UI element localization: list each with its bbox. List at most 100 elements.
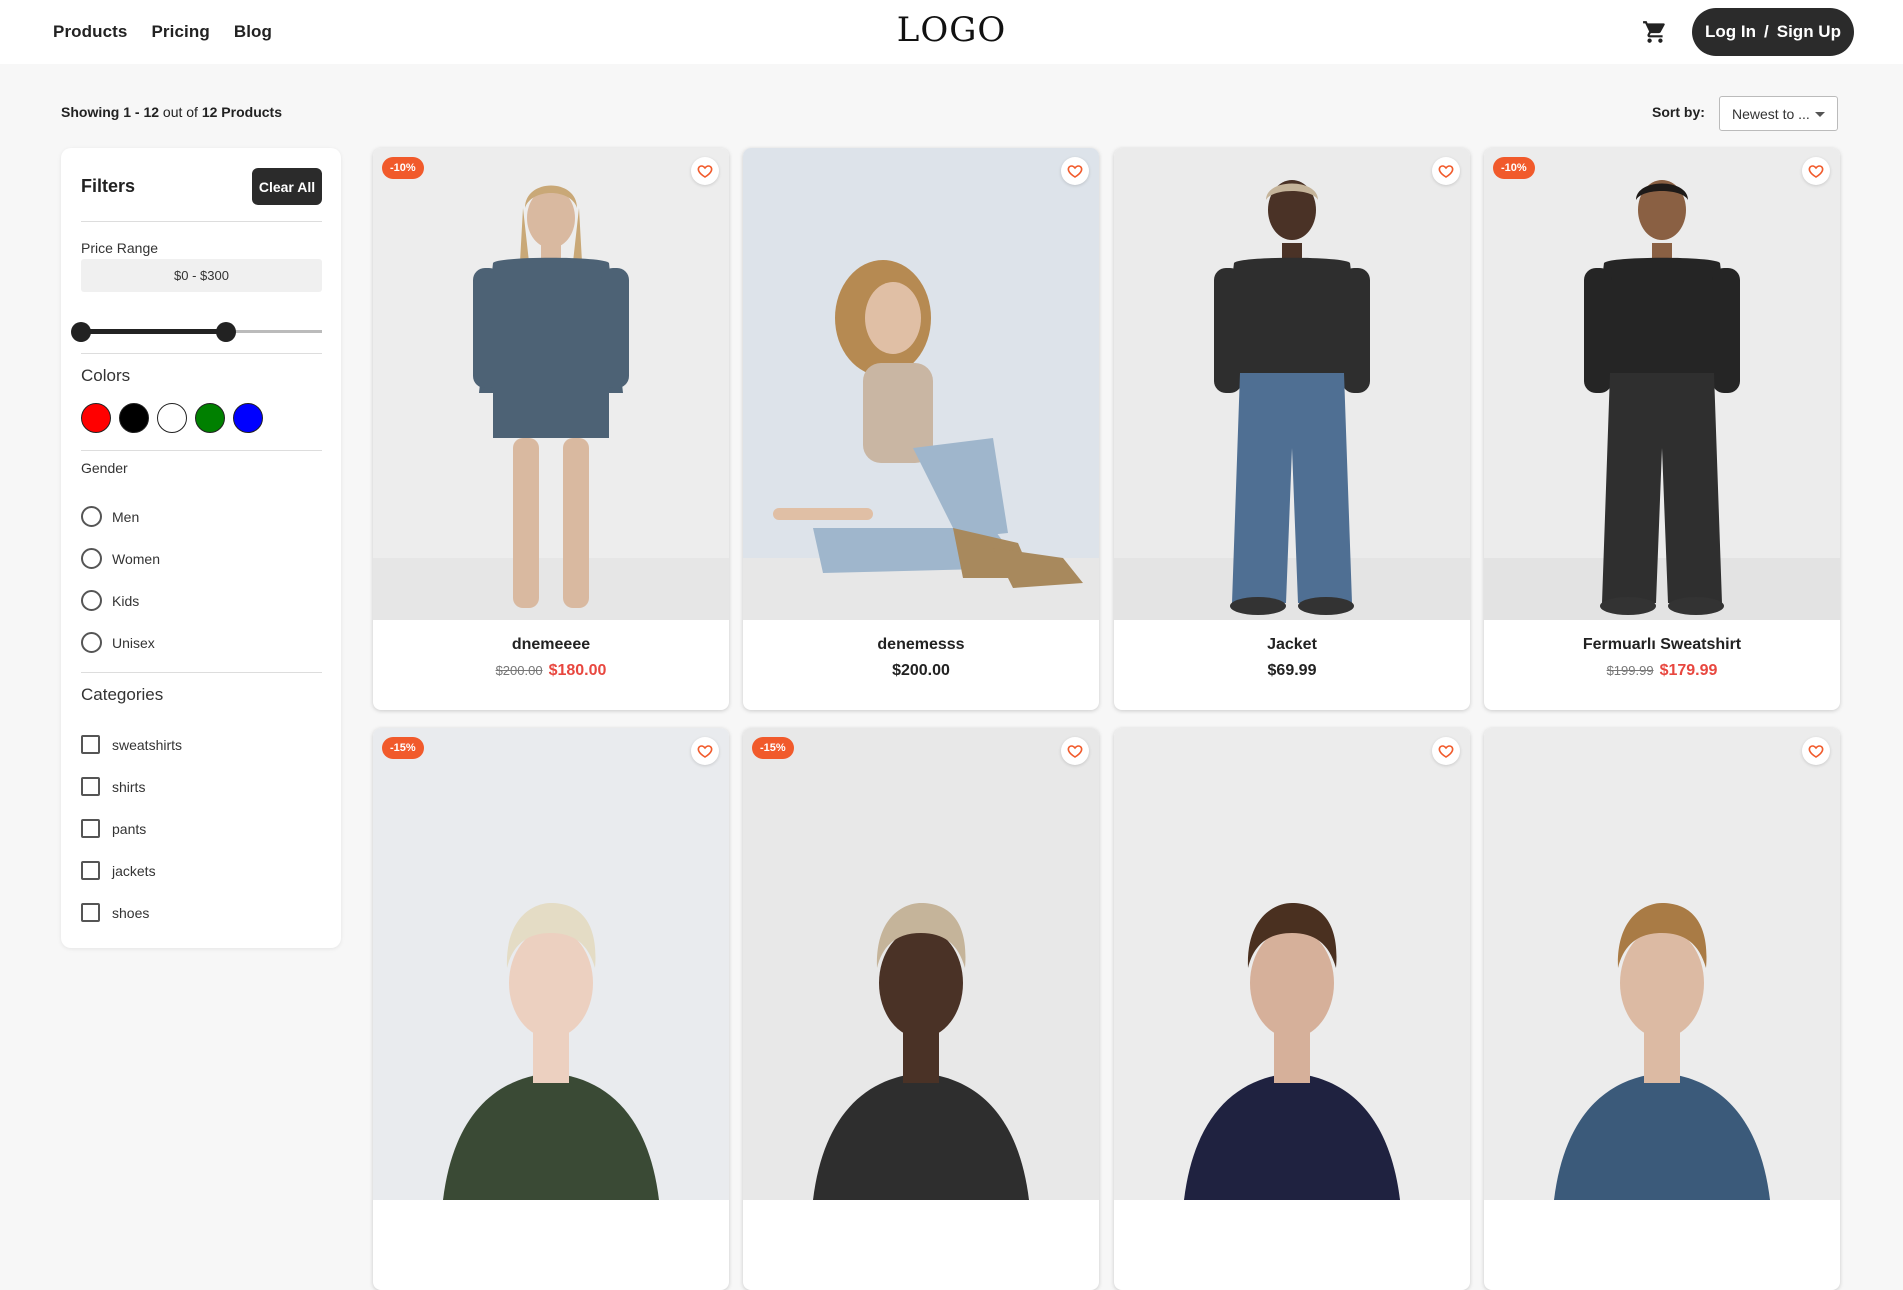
price-range-value: $0 - $300 — [81, 259, 322, 292]
chevron-down-icon — [1815, 112, 1825, 117]
heart-icon[interactable] — [1432, 737, 1460, 765]
category-label: sweatshirts — [112, 736, 183, 753]
product-image[interactable] — [373, 728, 729, 1200]
regular-price: $69.99 — [1267, 662, 1317, 679]
filters-panel: Filters Clear All Price Range $0 - $300 … — [61, 148, 341, 948]
checkbox[interactable] — [81, 819, 100, 838]
heart-icon[interactable] — [691, 157, 719, 185]
product-image[interactable] — [743, 148, 1099, 620]
results-count: Showing 1 - 12 out of 12 Products — [61, 104, 282, 120]
heart-icon[interactable] — [1432, 157, 1460, 185]
color-swatch[interactable] — [119, 403, 149, 433]
radio-button[interactable] — [81, 632, 102, 653]
product-price: $69.99 — [1114, 662, 1470, 680]
product-card[interactable]: -10% dnemeeee $200.00 $180.00 — [373, 148, 729, 710]
discount-badge: -15% — [382, 737, 424, 759]
product-name[interactable]: Fermuarlı Sweatshirt — [1484, 636, 1840, 654]
category-option-shoes[interactable]: shoes — [81, 903, 149, 922]
divider — [81, 221, 322, 222]
showing-prefix: Showing — [61, 104, 120, 120]
gender-option-women[interactable]: Women — [81, 548, 160, 569]
product-image[interactable] — [1114, 148, 1470, 620]
slider-fill — [81, 329, 226, 334]
cart-icon[interactable] — [1642, 19, 1668, 45]
sale-price: $180.00 — [548, 662, 607, 679]
category-label: shirts — [112, 778, 146, 795]
product-name[interactable]: denemesss — [743, 636, 1099, 654]
product-name[interactable]: dnemeeee — [373, 636, 729, 654]
category-label: shoes — [112, 904, 150, 921]
nav-products-link[interactable]: Products — [53, 22, 127, 42]
category-option-pants[interactable]: pants — [81, 819, 146, 838]
radio-button[interactable] — [81, 548, 102, 569]
gender-label: Women — [112, 550, 160, 567]
product-card[interactable]: -15% — [743, 728, 1099, 1290]
regular-price: $200.00 — [892, 662, 950, 679]
checkbox[interactable] — [81, 903, 100, 922]
showing-out-of: out of — [162, 104, 198, 120]
divider — [81, 672, 322, 673]
original-price: $200.00 — [495, 663, 543, 678]
gender-label: Unisex — [112, 634, 155, 651]
category-label: jackets — [112, 862, 156, 879]
colors-title: Colors — [81, 366, 131, 385]
color-swatches — [81, 403, 263, 433]
product-card[interactable]: denemesss $200.00 — [743, 148, 1099, 710]
discount-badge: -10% — [1493, 157, 1535, 179]
heart-icon[interactable] — [1061, 737, 1089, 765]
nav-blog-link[interactable]: Blog — [234, 22, 272, 42]
category-option-sweatshirts[interactable]: sweatshirts — [81, 735, 182, 754]
gender-option-unisex[interactable]: Unisex — [81, 632, 155, 653]
gender-option-kids[interactable]: Kids — [81, 590, 139, 611]
product-price: $200.00 — [743, 662, 1099, 680]
sort-select[interactable]: Newest to ... — [1719, 96, 1838, 131]
product-price: $200.00 $180.00 — [373, 662, 729, 680]
category-option-jackets[interactable]: jackets — [81, 861, 156, 880]
discount-badge: -10% — [382, 157, 424, 179]
heart-icon[interactable] — [1061, 157, 1089, 185]
product-card[interactable] — [1114, 728, 1470, 1290]
discount-badge: -15% — [752, 737, 794, 759]
sort-label: Sort by: — [1652, 104, 1705, 120]
slider-max-handle[interactable] — [215, 322, 236, 342]
product-image[interactable] — [743, 728, 1099, 1200]
nav-pricing-link[interactable]: Pricing — [151, 22, 209, 42]
checkbox[interactable] — [81, 861, 100, 880]
color-swatch[interactable] — [81, 403, 111, 433]
sort-select-value: Newest to ... — [1732, 105, 1810, 122]
login-signup-button[interactable]: Log In / Sign Up — [1692, 8, 1854, 56]
filters-title: Filters — [81, 176, 136, 196]
signup-label[interactable]: Sign Up — [1777, 22, 1841, 42]
radio-button[interactable] — [81, 590, 102, 611]
login-separator: / — [1764, 22, 1769, 41]
gender-option-men[interactable]: Men — [81, 506, 139, 527]
heart-icon[interactable] — [1802, 157, 1830, 185]
product-card[interactable] — [1484, 728, 1840, 1290]
price-range-slider[interactable] — [71, 322, 322, 342]
divider — [81, 353, 322, 354]
product-card[interactable]: Jacket $69.99 — [1114, 148, 1470, 710]
checkbox[interactable] — [81, 735, 100, 754]
color-swatch[interactable] — [157, 403, 187, 433]
color-swatch[interactable] — [233, 403, 263, 433]
slider-min-handle[interactable] — [71, 322, 91, 342]
product-name[interactable]: Jacket — [1114, 636, 1470, 654]
heart-icon[interactable] — [1802, 737, 1830, 765]
login-label[interactable]: Log In — [1705, 22, 1756, 42]
divider — [81, 450, 322, 451]
product-image[interactable] — [1484, 148, 1840, 620]
gender-label: Kids — [112, 592, 140, 609]
product-image[interactable] — [1114, 728, 1470, 1200]
main-nav: Products Pricing Blog — [53, 0, 296, 64]
heart-icon[interactable] — [691, 737, 719, 765]
product-card[interactable]: -15% — [373, 728, 729, 1290]
color-swatch[interactable] — [195, 403, 225, 433]
product-image[interactable] — [373, 148, 729, 620]
category-option-shirts[interactable]: shirts — [81, 777, 145, 796]
radio-button[interactable] — [81, 506, 102, 527]
product-card[interactable]: -10% Fermuarlı Sweatshirt $199.99 $179.99 — [1484, 148, 1840, 710]
product-image[interactable] — [1484, 728, 1840, 1200]
showing-range: 1 - 12 — [123, 104, 160, 120]
clear-all-button[interactable]: Clear All — [252, 168, 322, 205]
checkbox[interactable] — [81, 777, 100, 796]
